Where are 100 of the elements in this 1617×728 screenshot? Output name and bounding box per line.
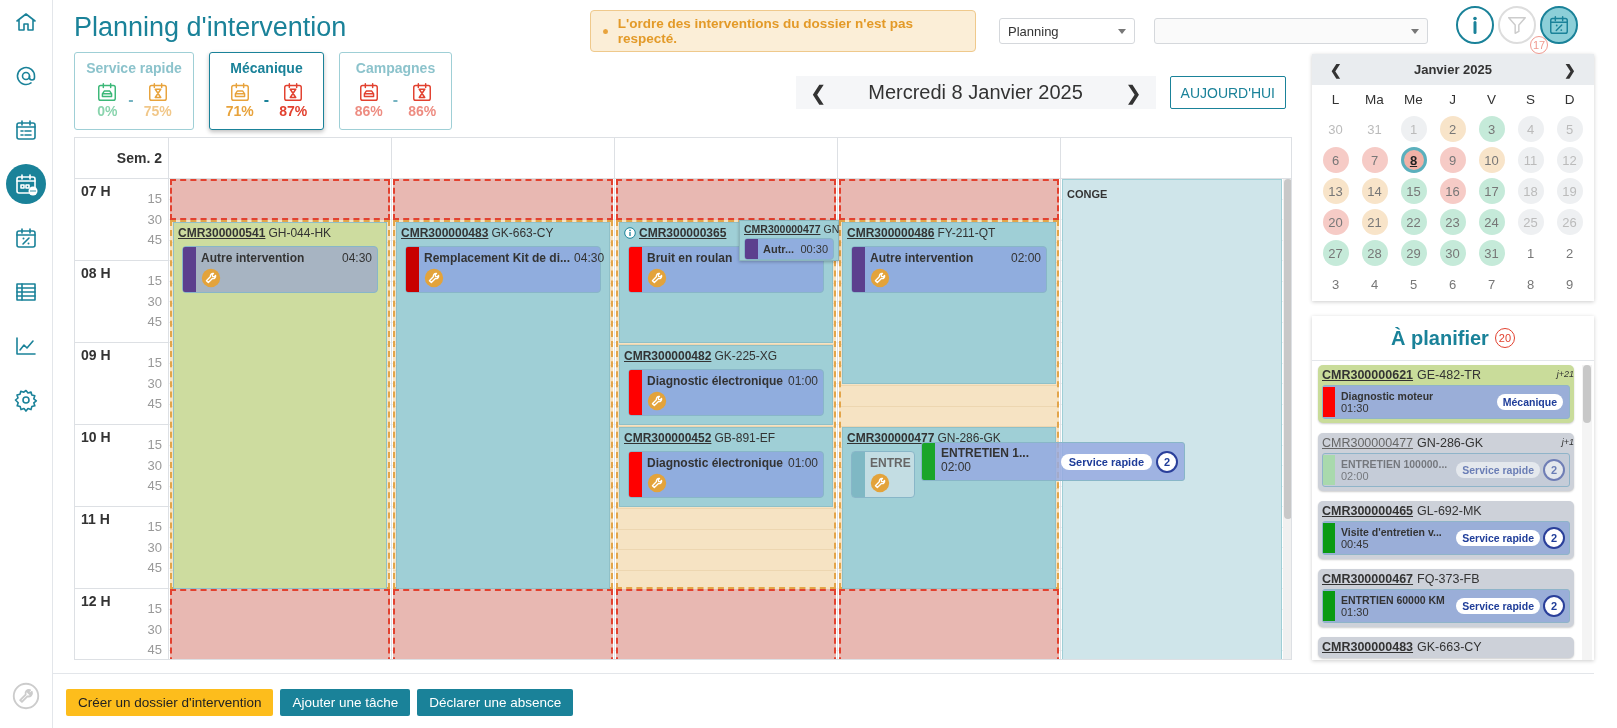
calendar-day[interactable]: 3 — [1322, 271, 1349, 297]
calendar-day[interactable]: 24 — [1478, 209, 1505, 235]
calendar-day[interactable]: 7 — [1478, 271, 1505, 297]
delay-label: j+21 — [1556, 369, 1574, 379]
task-card[interactable]: Autr... 00:30 — [744, 238, 834, 260]
work-order-link[interactable]: CMR300000365 — [639, 226, 727, 240]
bullet-dot — [603, 28, 608, 34]
task-card[interactable]: Autre intervention 04:30 — [182, 246, 378, 293]
action-button[interactable]: Ajouter une tâche — [280, 689, 411, 716]
work-order-link[interactable]: CMR300000465 — [1322, 504, 1414, 518]
work-order-link[interactable]: CMR300000483 — [401, 226, 489, 240]
scrollbar[interactable] — [1283, 179, 1291, 659]
next-day-button[interactable]: ❯ — [1120, 80, 1146, 105]
calendar-day[interactable]: 27 — [1322, 240, 1349, 266]
calendar-day[interactable]: 7 — [1361, 147, 1388, 173]
calendar-day[interactable]: 8 — [1400, 147, 1427, 173]
task-card[interactable]: ENTRE — [851, 451, 915, 498]
scrollbar[interactable] — [1582, 365, 1592, 660]
calendar-day[interactable]: 1 — [1517, 240, 1544, 266]
calendar-day[interactable]: 13 — [1322, 178, 1349, 204]
work-order-card[interactable]: CMR300000465 GL-692-MK Visite d'entretien v... 00:45 Service rapide 2 — [1318, 501, 1574, 559]
scroll-thumb[interactable] — [1284, 179, 1291, 519]
work-order-card[interactable]: CMR300000483 GK-663-CY — [1318, 637, 1574, 658]
calendar-day[interactable]: 8 — [1517, 271, 1544, 297]
work-order-link[interactable]: CMR300000467 — [1322, 572, 1414, 586]
previous-month-button[interactable]: ❮ — [1330, 61, 1342, 78]
scroll-thumb[interactable] — [1583, 365, 1591, 423]
calendar-day[interactable]: 16 — [1439, 178, 1466, 204]
calendar-day[interactable]: 6 — [1322, 147, 1349, 173]
percentage-text: 75% — [143, 103, 172, 119]
calendar-day[interactable]: 20 — [1322, 209, 1349, 235]
work-order-link[interactable]: CMR300000477 — [847, 431, 935, 445]
next-month-button[interactable]: ❯ — [1564, 61, 1576, 78]
sidebar-button[interactable] — [6, 164, 46, 204]
calendar-day[interactable]: 2 — [1439, 116, 1466, 142]
task-card[interactable]: Visite d'entretien v... 00:45 Service rapide 2 — [1322, 521, 1570, 555]
hour-label: 10 H — [81, 429, 111, 447]
work-order-block[interactable]: CMR300000477 GN Autr... 00:30 — [739, 220, 839, 261]
task-name: Remplacement Kit de di... — [424, 251, 571, 265]
calendar-day[interactable]: 22 — [1400, 209, 1427, 235]
calendar-day[interactable]: 10 — [1478, 147, 1505, 173]
work-order-link[interactable]: CMR300000483 — [1322, 640, 1414, 654]
category-card[interactable]: Campagnes 86% - 86% — [339, 52, 452, 130]
category-tag: Service rapide — [1456, 462, 1540, 478]
quarter-label: 15 — [147, 436, 162, 454]
quarter-label: 45 — [147, 313, 162, 331]
calendar-day[interactable]: 29 — [1400, 240, 1427, 266]
category-card[interactable]: Mécanique 71% - 87% — [209, 52, 324, 130]
task-card[interactable]: Diagnostic moteur 01:30 Mécanique — [1322, 385, 1570, 419]
work-order-link[interactable]: CMR300000482 — [624, 349, 712, 363]
task-card[interactable]: ENTRTIEN 60000 KM 01:30 Service rapide 2 — [1322, 589, 1570, 623]
calendar-day[interactable]: 14 — [1361, 178, 1388, 204]
quarter-label: 15 — [147, 354, 162, 372]
work-order-link[interactable]: CMR300000621 — [1322, 368, 1414, 382]
settings-icon — [14, 388, 38, 412]
create-button[interactable]: Créer un dossier d'intervention — [66, 689, 274, 716]
work-order-link[interactable]: CMR300000477 — [744, 223, 821, 235]
work-order-link[interactable]: CMR300000486 — [847, 226, 935, 240]
work-order-card[interactable]: CMR300000621 GE-482-TR j+21 Diagnostic moteur 01:30 Mécanique — [1318, 365, 1574, 423]
calendar-day[interactable]: 9 — [1439, 147, 1466, 173]
dragged-task-card[interactable]: ENTRETIEN 1... 02:00 Service rapide 2 — [921, 442, 1185, 481]
calendar-day[interactable]: 17 — [1478, 178, 1505, 204]
calendar-day[interactable]: 15 — [1400, 178, 1427, 204]
plate-number: GN-286-GK — [937, 431, 1001, 445]
work-order-block[interactable]: CMR300000486 FY-211-QT Autre intervention 02:00 — [842, 222, 1056, 384]
category-tag: Service rapide — [1456, 598, 1540, 614]
task-name: Diagnostic moteur — [1341, 390, 1435, 402]
calendar-day[interactable]: 4 — [1361, 271, 1388, 297]
work-order-link[interactable]: CMR300000452 — [624, 431, 712, 445]
hour-label: 07 H — [81, 183, 111, 201]
calendar-day[interactable]: 31 — [1478, 240, 1505, 266]
quarter-label: 45 — [147, 641, 162, 659]
calendar-day[interactable]: 2 — [1556, 240, 1583, 266]
calendar-day[interactable]: 9 — [1556, 271, 1583, 297]
weekday-label: D — [1563, 91, 1576, 109]
work-order-link[interactable]: CMR300000541 — [178, 226, 266, 240]
action-button[interactable]: Déclarer une absence — [417, 689, 574, 716]
calendar-day[interactable]: 21 — [1361, 209, 1388, 235]
calendar-day[interactable]: 28 — [1361, 240, 1388, 266]
calendar-day[interactable]: 6 — [1439, 271, 1466, 297]
work-order-block[interactable]: CMR300000541 GH-044-HK Autre intervention 04:30 — [173, 222, 387, 589]
task-card[interactable]: Autre intervention 02:00 — [851, 246, 1047, 293]
previous-day-button[interactable]: ❮ — [805, 80, 831, 105]
today-button[interactable]: AUJOURD'HUI — [1169, 76, 1286, 109]
calendar-day[interactable]: 3 — [1478, 116, 1505, 142]
work-order-block[interactable]: CMR300000482 GK-225-XG Diagnostic électronique 01:00 — [619, 345, 833, 425]
calendar-day[interactable]: 30 — [1439, 240, 1466, 266]
wrench-icon — [647, 268, 667, 288]
calendar-day[interactable]: 5 — [1400, 271, 1427, 297]
count-badge: 2 — [1543, 459, 1565, 481]
work-order-block[interactable]: CMR300000452 GB-891-EF Diagnostic électronique 01:00 — [619, 427, 833, 507]
category-label: Mécanique — [230, 60, 303, 76]
view-select[interactable]: Planning — [999, 18, 1135, 44]
task-duration: 00:45 — [1341, 538, 1370, 550]
work-order-card[interactable]: CMR300000467 FQ-373-FB ENTRTIEN 60000 KM 01:30 Service rapide 2 — [1318, 569, 1574, 627]
task-card[interactable]: Diagnostic électronique 01:00 — [628, 369, 824, 416]
task-card[interactable]: Diagnostic électronique 01:00 — [628, 451, 824, 498]
info-button[interactable] — [1456, 6, 1494, 44]
work-order-block[interactable]: CMR300000483 GK-663-CY Remplacement Kit de di... 04:30 — [396, 222, 610, 589]
calendar-day[interactable]: 23 — [1439, 209, 1466, 235]
